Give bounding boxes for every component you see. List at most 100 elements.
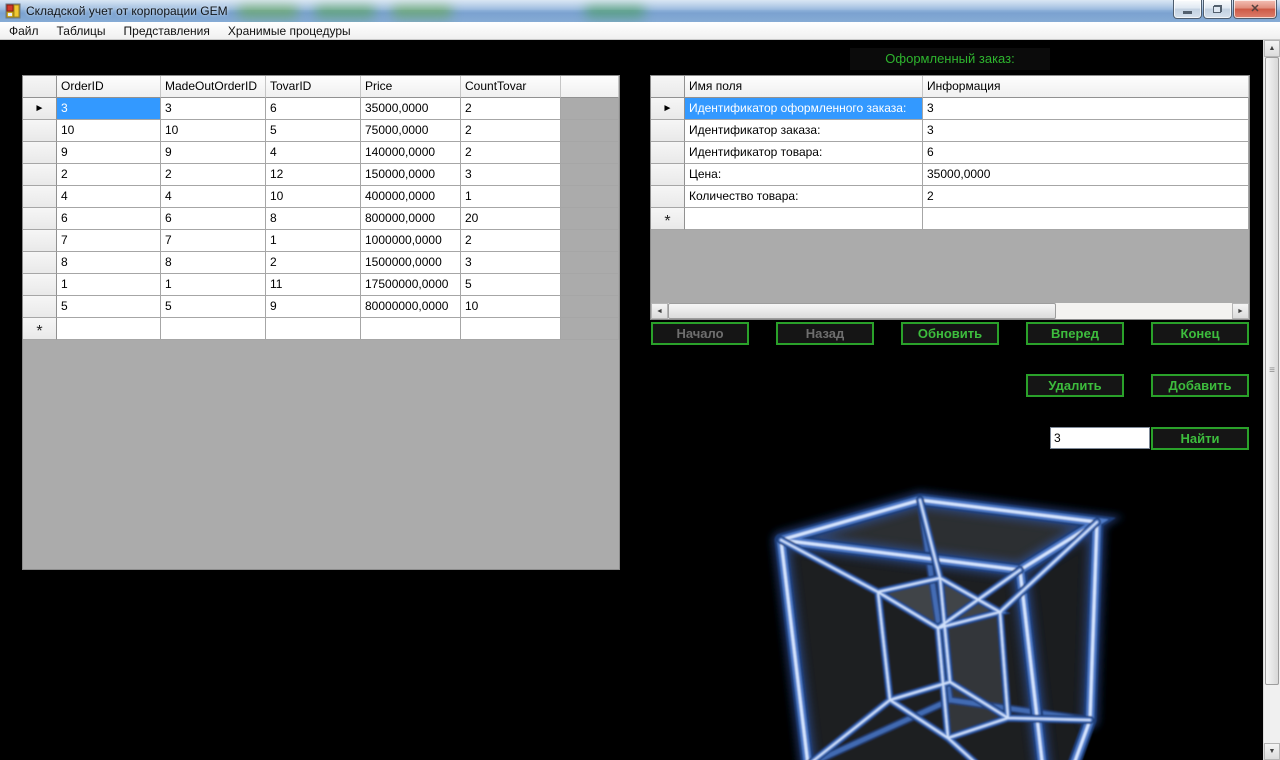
grid-cell[interactable]: Цена: xyxy=(685,164,923,186)
grid-cell[interactable]: 35000,0000 xyxy=(361,98,461,120)
grid-cell[interactable] xyxy=(57,318,161,340)
grid-cell[interactable]: 9 xyxy=(161,142,266,164)
grid-cell[interactable]: 1 xyxy=(161,274,266,296)
column-header[interactable]: Информация xyxy=(923,76,1249,98)
grid-cell[interactable]: 5 xyxy=(461,274,561,296)
nav-button[interactable]: Конец xyxy=(1151,322,1249,345)
row-header-cell[interactable]: ► xyxy=(651,98,685,120)
grid-cell[interactable]: Идентификатор оформленного заказа: xyxy=(685,98,923,120)
grid-cell[interactable]: 5 xyxy=(266,120,361,142)
grid-cell[interactable]: Количество товара: xyxy=(685,186,923,208)
row-header-cell[interactable]: ► xyxy=(23,98,57,120)
minimize-button[interactable] xyxy=(1173,0,1202,19)
nav-button[interactable]: Вперед xyxy=(1026,322,1124,345)
restore-button[interactable] xyxy=(1203,0,1232,19)
grid-cell[interactable]: 1 xyxy=(266,230,361,252)
grid-cell[interactable]: 8 xyxy=(57,252,161,274)
search-input[interactable] xyxy=(1050,427,1150,449)
scroll-down-button[interactable]: ▼ xyxy=(1264,743,1280,760)
scroll-left-button[interactable]: ◄ xyxy=(651,303,668,319)
find-button[interactable]: Найти xyxy=(1151,427,1249,450)
column-header[interactable]: TovarID xyxy=(266,76,361,98)
grid-cell[interactable]: 2 xyxy=(461,98,561,120)
grid-cell[interactable]: 1500000,0000 xyxy=(361,252,461,274)
grid-cell[interactable]: 150000,0000 xyxy=(361,164,461,186)
grid-cell[interactable]: 3 xyxy=(461,164,561,186)
grid-cell[interactable]: 5 xyxy=(57,296,161,318)
grid-cell[interactable]: 800000,0000 xyxy=(361,208,461,230)
grid-cell[interactable]: 3 xyxy=(923,120,1249,142)
menu-tables[interactable]: Таблицы xyxy=(48,22,115,40)
nav-button[interactable]: Назад xyxy=(776,322,874,345)
grid-cell[interactable]: 8 xyxy=(161,252,266,274)
row-header-cell[interactable] xyxy=(23,230,57,252)
grid-cell[interactable]: 17500000,0000 xyxy=(361,274,461,296)
grid-cell[interactable]: 6 xyxy=(266,98,361,120)
scroll-right-button[interactable]: ► xyxy=(1232,303,1249,319)
grid-cell[interactable] xyxy=(361,318,461,340)
grid-cell[interactable]: 6 xyxy=(161,208,266,230)
grid-cell[interactable]: 7 xyxy=(57,230,161,252)
grid-cell[interactable]: 35000,0000 xyxy=(923,164,1249,186)
column-header[interactable]: Имя поля xyxy=(685,76,923,98)
grid-cell[interactable]: 4 xyxy=(161,186,266,208)
column-header[interactable]: CountTovar xyxy=(461,76,561,98)
grid-cell[interactable]: 9 xyxy=(266,296,361,318)
row-header-cell[interactable] xyxy=(651,120,685,142)
vertical-scroll-thumb[interactable]: ≡ xyxy=(1265,57,1279,685)
row-header-cell[interactable] xyxy=(23,120,57,142)
grid-cell[interactable] xyxy=(461,318,561,340)
action-button[interactable]: Удалить xyxy=(1026,374,1124,397)
row-header-cell[interactable]: * xyxy=(651,208,685,230)
row-header-cell[interactable]: * xyxy=(23,318,57,340)
grid-cell[interactable]: 10 xyxy=(461,296,561,318)
grid-cell[interactable]: 12 xyxy=(266,164,361,186)
grid-cell[interactable]: 8 xyxy=(266,208,361,230)
grid-cell[interactable]: 2 xyxy=(461,120,561,142)
grid-cell[interactable] xyxy=(161,318,266,340)
grid-cell[interactable]: 20 xyxy=(461,208,561,230)
close-button[interactable]: ✕ xyxy=(1233,0,1277,19)
grid-cell[interactable]: 3 xyxy=(161,98,266,120)
grid-cell[interactable]: 3 xyxy=(461,252,561,274)
grid-cell[interactable]: 2 xyxy=(57,164,161,186)
grid-cell[interactable]: Идентификатор товара: xyxy=(685,142,923,164)
grid-cell[interactable]: 3 xyxy=(923,98,1249,120)
grid-cell[interactable]: 2 xyxy=(461,230,561,252)
grid-cell[interactable]: 75000,0000 xyxy=(361,120,461,142)
grid-cell[interactable]: 10 xyxy=(57,120,161,142)
grid-cell[interactable]: 4 xyxy=(57,186,161,208)
horizontal-scroll-track[interactable] xyxy=(1056,303,1232,319)
scroll-up-button[interactable]: ▲ xyxy=(1264,40,1280,57)
menu-views[interactable]: Представления xyxy=(115,22,219,40)
grid-horizontal-scrollbar[interactable]: ◄ ► xyxy=(651,303,1249,319)
grid-cell[interactable]: 10 xyxy=(161,120,266,142)
column-header[interactable]: MadeOutOrderID xyxy=(161,76,266,98)
grid-cell[interactable]: 5 xyxy=(161,296,266,318)
grid-cell[interactable]: 2 xyxy=(161,164,266,186)
nav-button[interactable]: Обновить xyxy=(901,322,999,345)
form-vertical-scrollbar[interactable]: ▲ ≡ ▼ xyxy=(1263,40,1280,760)
vertical-scroll-track[interactable] xyxy=(1264,685,1280,743)
column-header[interactable]: Price xyxy=(361,76,461,98)
grid-cell[interactable]: 6 xyxy=(923,142,1249,164)
nav-button[interactable]: Начало xyxy=(651,322,749,345)
grid-cell[interactable]: 400000,0000 xyxy=(361,186,461,208)
grid-cell[interactable]: 10 xyxy=(266,186,361,208)
menu-stored-procedures[interactable]: Хранимые процедуры xyxy=(219,22,360,40)
action-button[interactable]: Добавить xyxy=(1151,374,1249,397)
row-header-cell[interactable] xyxy=(23,296,57,318)
grid-cell[interactable]: 7 xyxy=(161,230,266,252)
grid-cell[interactable]: 140000,0000 xyxy=(361,142,461,164)
grid-cell[interactable]: 2 xyxy=(923,186,1249,208)
title-bar[interactable]: Складской учет от корпорации GEM ✕ xyxy=(0,0,1280,22)
row-header-cell[interactable] xyxy=(651,142,685,164)
grid-cell[interactable] xyxy=(266,318,361,340)
row-header-cell[interactable] xyxy=(23,252,57,274)
row-header-cell[interactable] xyxy=(651,164,685,186)
row-header-cell[interactable] xyxy=(23,186,57,208)
grid-cell[interactable] xyxy=(923,208,1249,230)
grid-cell[interactable]: 11 xyxy=(266,274,361,296)
grid-cell[interactable]: 1 xyxy=(461,186,561,208)
horizontal-scroll-thumb[interactable] xyxy=(668,303,1056,319)
